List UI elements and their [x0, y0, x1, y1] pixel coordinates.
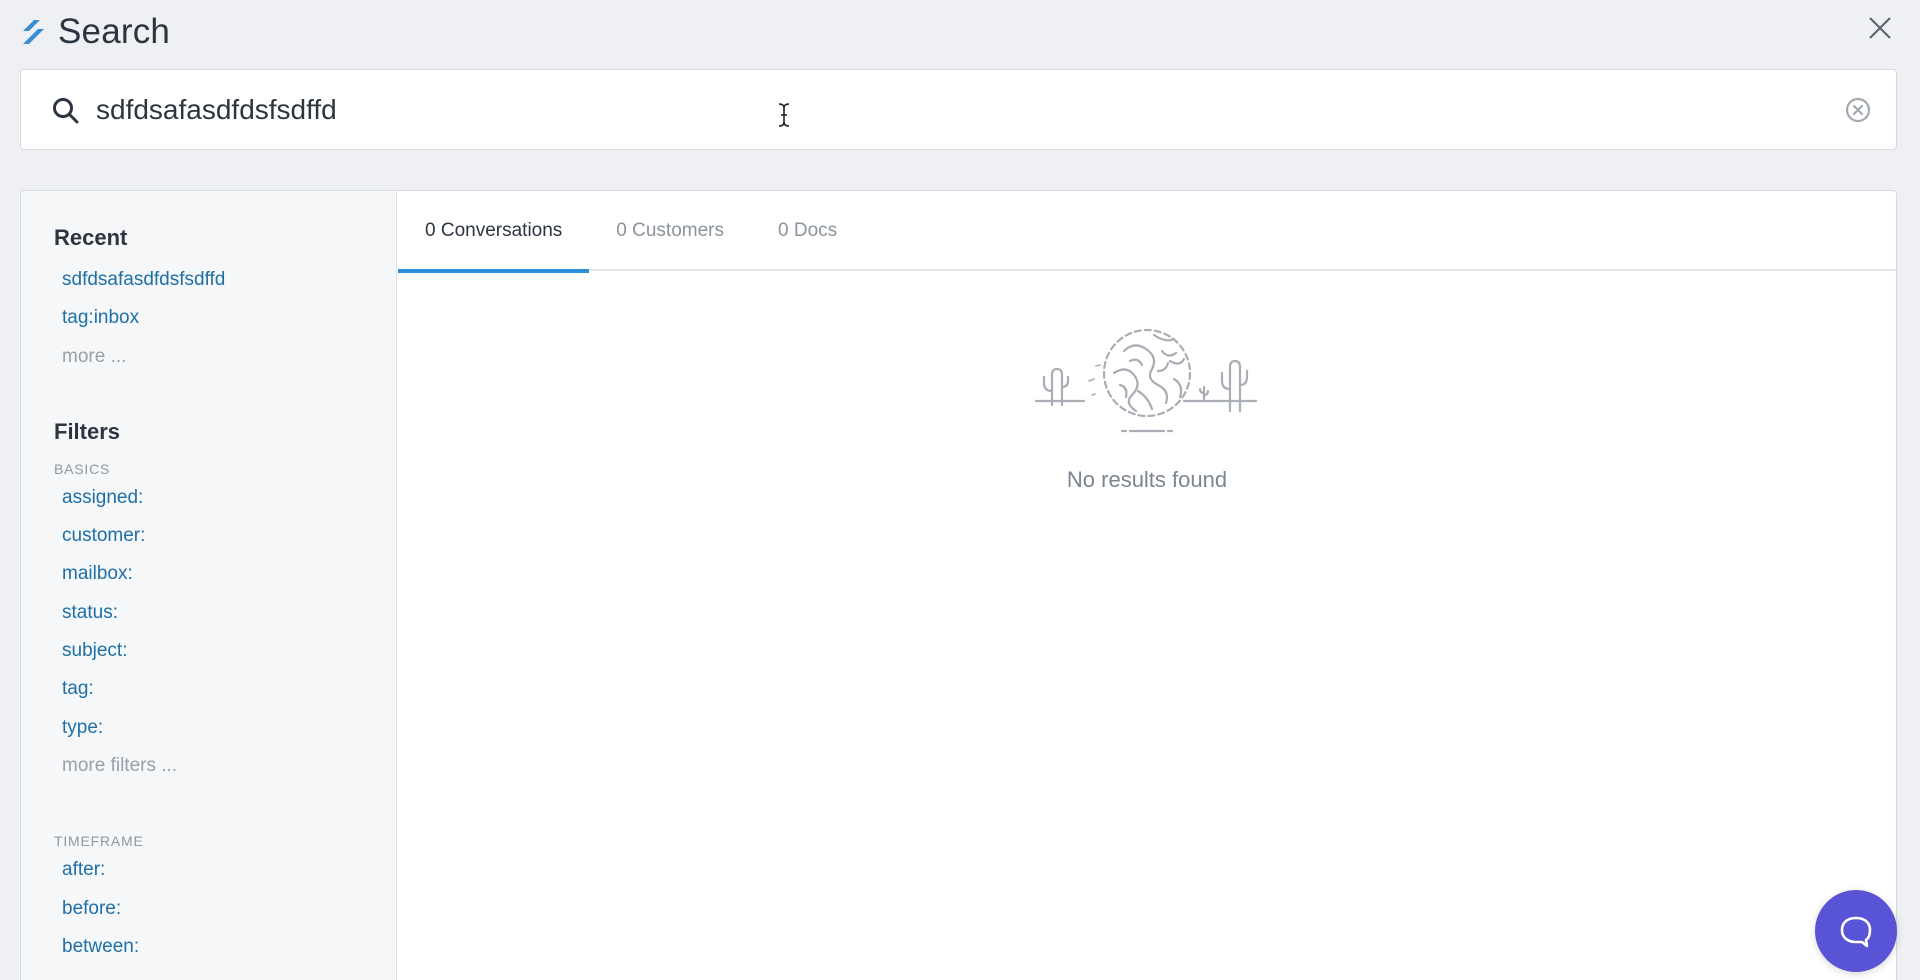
- basics-heading: BASICS: [54, 460, 111, 477]
- filter-customer[interactable]: customer:: [62, 525, 396, 563]
- result-tabs: 0 Conversations 0 Customers 0 Docs: [398, 191, 1896, 273]
- filter-after[interactable]: after:: [62, 859, 396, 897]
- empty-state: No results found: [398, 321, 1896, 493]
- sidebar: Recent sdfdsafasdfdsfsdffd tag:inbox mor…: [21, 191, 397, 980]
- chat-beacon-button[interactable]: [1815, 890, 1897, 972]
- close-icon: [1869, 17, 1891, 39]
- header: Search: [20, 10, 170, 54]
- recent-more-link[interactable]: more ...: [62, 346, 396, 384]
- close-button[interactable]: [1866, 14, 1894, 42]
- search-icon: [53, 98, 79, 124]
- recent-item[interactable]: sdfdsafasdfdsfsdffd: [62, 269, 396, 307]
- filter-mailbox[interactable]: mailbox:: [62, 563, 396, 601]
- filters-heading: Filters: [54, 418, 121, 444]
- filter-subject[interactable]: subject:: [62, 640, 396, 678]
- filter-before[interactable]: before:: [62, 898, 396, 936]
- helpscout-logo-icon: [23, 20, 44, 44]
- tab-customers[interactable]: 0 Customers: [589, 191, 751, 271]
- filter-type[interactable]: type:: [62, 717, 396, 755]
- filter-status[interactable]: status:: [62, 602, 396, 640]
- filter-tag[interactable]: tag:: [62, 678, 396, 716]
- results-content: 0 Conversations 0 Customers 0 Docs No re…: [398, 191, 1896, 980]
- search-input[interactable]: [96, 88, 1796, 132]
- chat-bubble-icon: [1840, 916, 1872, 948]
- filter-assigned[interactable]: assigned:: [62, 487, 396, 525]
- filter-between[interactable]: between:: [62, 936, 396, 974]
- timeframe-heading: TIMEFRAME: [54, 833, 144, 850]
- page-title: Search: [58, 12, 171, 51]
- search-bar: [20, 69, 1897, 150]
- recent-item[interactable]: tag:inbox: [62, 307, 396, 345]
- tab-docs[interactable]: 0 Docs: [751, 191, 864, 271]
- no-results-message: No results found: [1066, 467, 1228, 492]
- clear-search-button[interactable]: [1844, 96, 1872, 124]
- more-filters-link[interactable]: more filters ...: [62, 755, 396, 793]
- tumbleweed-desert-illustration: [1034, 328, 1258, 433]
- results-panel: Recent sdfdsafasdfdsfsdffd tag:inbox mor…: [20, 190, 1897, 980]
- recent-heading: Recent: [54, 225, 128, 250]
- tab-conversations[interactable]: 0 Conversations: [398, 191, 590, 273]
